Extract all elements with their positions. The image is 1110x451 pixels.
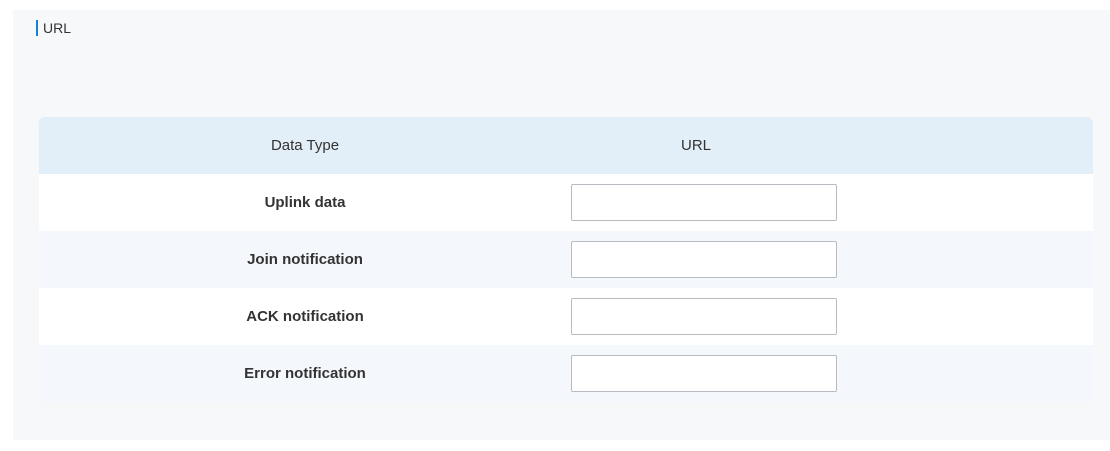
row-label-ack-notification: ACK notification: [246, 308, 364, 325]
join-notification-url-input[interactable]: [571, 241, 837, 278]
section-title: URL: [43, 20, 72, 36]
section-accent-bar: [36, 20, 38, 36]
ack-notification-url-input[interactable]: [571, 298, 837, 335]
uplink-data-url-input[interactable]: [571, 184, 837, 221]
row-label-join-notification: Join notification: [247, 251, 363, 268]
table-row: Uplink data: [39, 174, 1093, 231]
row-label-uplink-data: Uplink data: [264, 194, 346, 211]
url-table: Data Type URL Uplink data Join notificat…: [39, 117, 1093, 402]
url-settings-panel: URL Data Type URL Uplink data Join notif…: [13, 10, 1110, 440]
row-label-error-notification: Error notification: [244, 365, 366, 382]
table-header: Data Type URL: [39, 117, 1093, 174]
table-row: Join notification: [39, 231, 1093, 288]
column-header-url: URL: [680, 137, 711, 154]
column-header-data-type: Data Type: [270, 137, 340, 154]
section-header: URL: [36, 18, 71, 38]
error-notification-url-input[interactable]: [571, 355, 837, 392]
table-row: ACK notification: [39, 288, 1093, 345]
table-row: Error notification: [39, 345, 1093, 402]
